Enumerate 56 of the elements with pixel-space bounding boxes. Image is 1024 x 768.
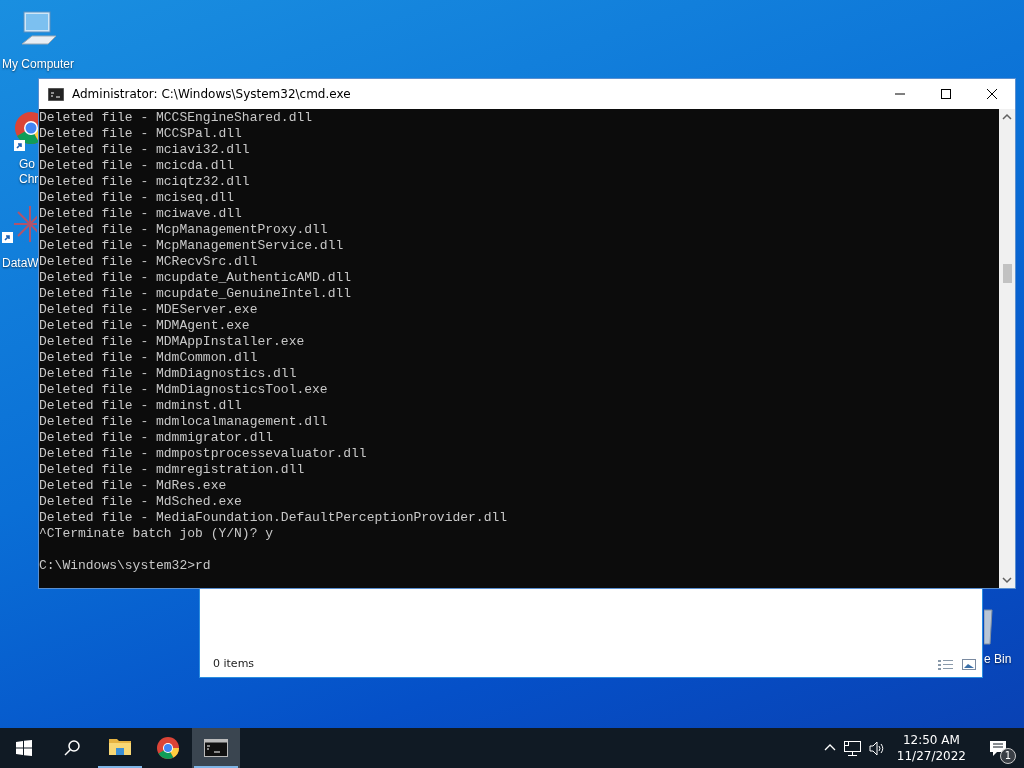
console-line: ^CTerminate batch job (Y/N)? y xyxy=(39,526,274,542)
console-line: Deleted file - mdmlocalmanagement.dll xyxy=(39,414,328,430)
console-line: Deleted file - MdmDiagnostics.dll xyxy=(39,366,297,382)
console-icon xyxy=(48,87,64,101)
icon-label: Go xyxy=(19,157,35,172)
console-icon xyxy=(204,736,228,760)
notifications-button[interactable]: 1 xyxy=(978,728,1018,768)
console-line: Deleted file - mciwave.dll xyxy=(39,206,242,222)
console-line: Deleted file - MdmCommon.dll xyxy=(39,350,258,366)
scroll-up-icon[interactable] xyxy=(1002,113,1012,121)
close-icon xyxy=(987,89,997,99)
scroll-down-icon[interactable] xyxy=(1002,576,1012,584)
console-line: Deleted file - mcupdate_GenuineIntel.dll xyxy=(39,286,352,302)
console-line: Deleted file - MdmDiagnosticsTool.exe xyxy=(39,382,328,398)
window-title: Administrator: C:\Windows\System32\cmd.exe xyxy=(72,86,351,103)
console-line: Deleted file - MCRecvSrc.dll xyxy=(39,254,258,270)
clock[interactable]: 12:50 AM 11/27/2022 xyxy=(892,728,970,768)
console-line: Deleted file - mciavi32.dll xyxy=(39,142,250,158)
console-line: Deleted file - MediaFoundation.DefaultPerceptionProvider.dll xyxy=(39,510,508,526)
console-line: Deleted file - MDMAgent.exe xyxy=(39,318,250,334)
maximize-icon xyxy=(941,89,951,99)
console-line: Deleted file - MCCSEngineShared.dll xyxy=(39,110,313,126)
console-line: Deleted file - mdminst.dll xyxy=(39,398,242,414)
scrollbar-thumb[interactable] xyxy=(1002,264,1012,283)
status-text: 0 items xyxy=(213,655,255,672)
details-view-icon[interactable] xyxy=(938,659,954,671)
console-line: Deleted file - MCCSPal.dll xyxy=(39,126,242,142)
notification-count: 1 xyxy=(1000,748,1016,764)
console-line: Deleted file - McpManagementService.dll xyxy=(39,238,344,254)
console-line: Deleted file - mdmregistration.dll xyxy=(39,462,305,478)
chevron-up-icon[interactable] xyxy=(823,744,836,752)
console-line: Deleted file - MdRes.exe xyxy=(39,478,227,494)
console-line: Deleted file - MdSched.exe xyxy=(39,494,242,510)
windows-logo-icon xyxy=(16,740,32,756)
console-line: Deleted file - mcicda.dll xyxy=(39,158,235,174)
icon-label: DataW xyxy=(2,256,39,271)
message-icon xyxy=(989,739,1007,757)
console-line: Deleted file - mcupdate_AuthenticAMD.dll xyxy=(39,270,352,286)
volume-icon[interactable] xyxy=(868,740,885,756)
scrollbar[interactable] xyxy=(999,109,1015,588)
console-line: Deleted file - mciqtz32.dll xyxy=(39,174,250,190)
taskbar-app-button[interactable] xyxy=(192,728,240,768)
search-icon xyxy=(64,740,80,756)
console-line: Deleted file - MDEServer.exe xyxy=(39,302,258,318)
console-line: Deleted file - MDMAppInstaller.exe xyxy=(39,334,305,350)
network-icon[interactable] xyxy=(843,740,861,756)
console-line: Deleted file - mdmpostprocessevaluator.dll xyxy=(39,446,367,462)
tiles-view-icon[interactable] xyxy=(962,659,976,670)
icon-label: My Computer xyxy=(2,57,75,72)
command-prompt: C:\Windows\system32>rd xyxy=(39,558,211,574)
console-line: Deleted file - mciseq.dll xyxy=(39,190,235,206)
console-line: Deleted file - McpManagementProxy.dll xyxy=(39,222,328,238)
console-line: Deleted file - mdmmigrator.dll xyxy=(39,430,274,446)
icon-label: Chr xyxy=(19,172,39,187)
chrome-icon xyxy=(156,736,180,760)
icon-label: e Bin xyxy=(984,652,1012,667)
